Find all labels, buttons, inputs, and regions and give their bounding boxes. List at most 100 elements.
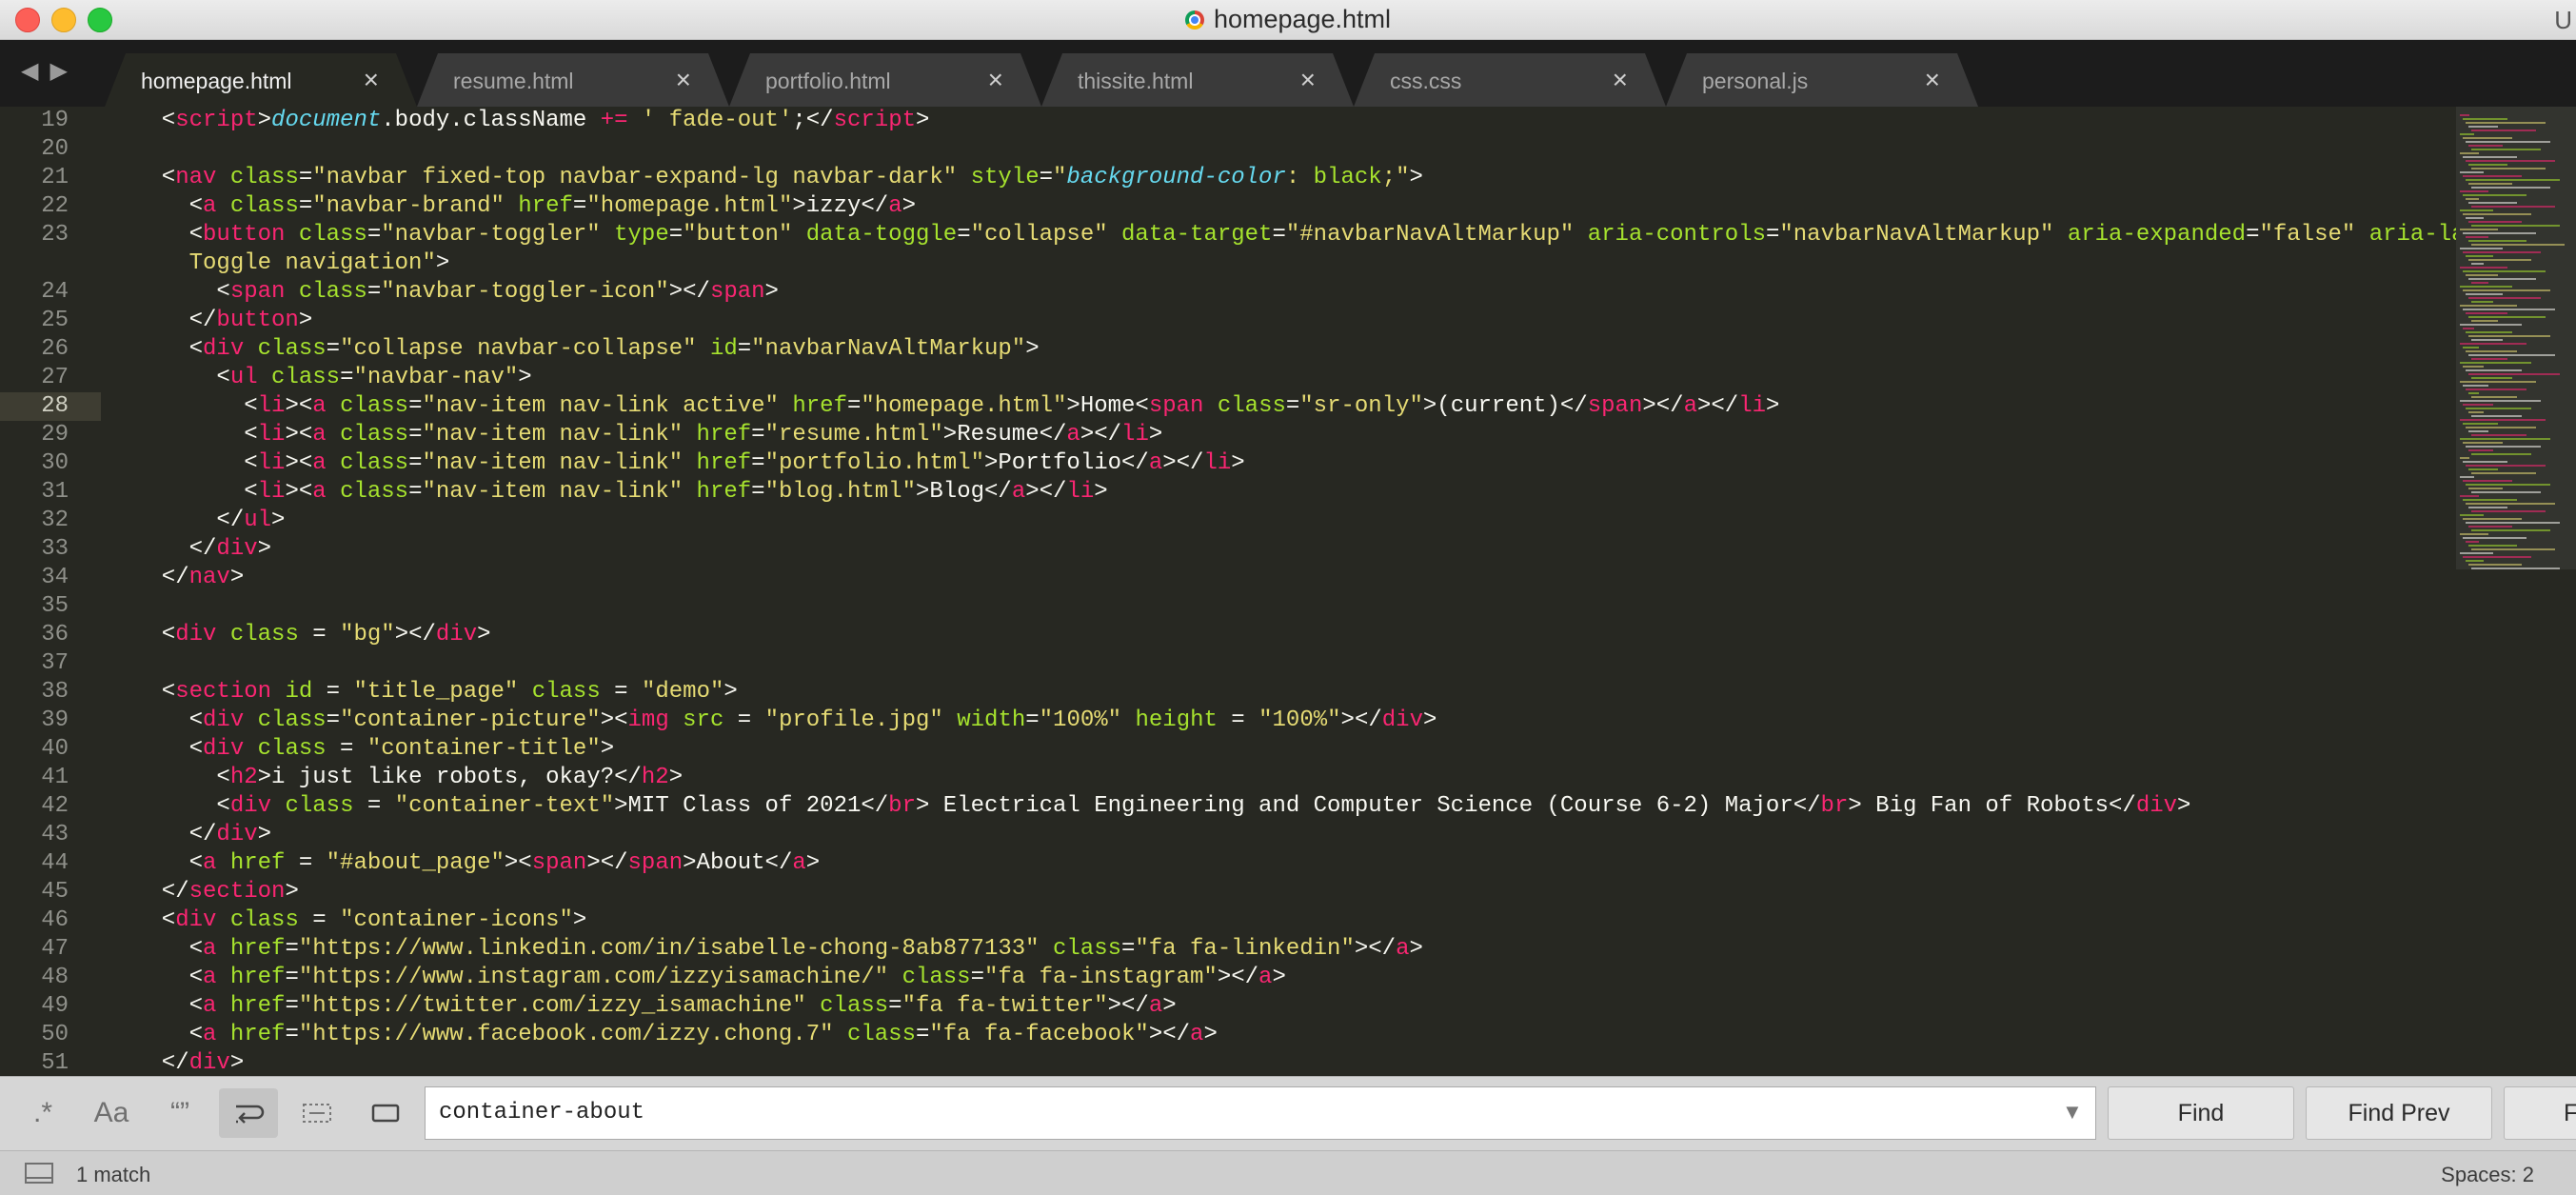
code-line[interactable]: 30 <li><a class="nav-item nav-link" href… bbox=[0, 449, 2456, 478]
tab-homepage-html[interactable]: homepage.html × bbox=[105, 53, 417, 107]
tab-close-icon[interactable]: × bbox=[1300, 65, 1316, 95]
line-number: 32 bbox=[41, 508, 69, 533]
tab-thissite-html[interactable]: thissite.html × bbox=[1041, 53, 1354, 107]
code-token: >Blog</ bbox=[916, 479, 1012, 505]
code-line[interactable]: 44 <a href = "#about_page"><span></span>… bbox=[0, 849, 2456, 878]
code-token: >< bbox=[600, 707, 628, 733]
code-token: </ bbox=[134, 822, 217, 847]
in-selection-toggle[interactable] bbox=[287, 1088, 347, 1138]
code-token: div bbox=[216, 822, 258, 847]
code-token: >About</ bbox=[683, 850, 793, 876]
line-number: 50 bbox=[41, 1022, 69, 1047]
find-prev-button[interactable]: Find Prev bbox=[2306, 1086, 2492, 1140]
code-line[interactable]: 19 <script>document.body.className += ' … bbox=[0, 107, 2456, 135]
indentation-setting[interactable]: Spaces: 2 bbox=[2441, 1163, 2534, 1187]
minimap-line bbox=[2468, 202, 2517, 204]
code-token: div bbox=[203, 736, 245, 762]
code-line[interactable]: 31 <li><a class="nav-item nav-link" href… bbox=[0, 478, 2456, 507]
code-line[interactable]: 25 </button> bbox=[0, 307, 2456, 335]
code-token: ul bbox=[229, 365, 258, 390]
minimap-line bbox=[2460, 552, 2493, 554]
code-line[interactable]: 47 <a href="https://www.linkedin.com/in/… bbox=[0, 935, 2456, 964]
code-line[interactable]: 43 </div> bbox=[0, 821, 2456, 849]
minimap-line bbox=[2466, 293, 2503, 295]
tab-close-icon[interactable]: × bbox=[1925, 65, 1940, 95]
code-line[interactable]: 40 <div class = "container-title"> bbox=[0, 735, 2456, 764]
tab-close-icon[interactable]: × bbox=[364, 65, 379, 95]
code-line[interactable]: 26 <div class="collapse navbar-collapse"… bbox=[0, 335, 2456, 364]
code-line[interactable]: 41 <h2>i just like robots, okay?</h2> bbox=[0, 764, 2456, 792]
whole-word-toggle[interactable]: “” bbox=[150, 1088, 209, 1138]
case-sensitive-toggle[interactable]: Aa bbox=[82, 1088, 141, 1138]
code-line[interactable]: 21 <nav class="navbar fixed-top navbar-e… bbox=[0, 164, 2456, 192]
code-line[interactable]: 32 </ul> bbox=[0, 507, 2456, 535]
code-line[interactable]: 33 </div> bbox=[0, 535, 2456, 564]
code-line[interactable]: 38 <section id = "title_page" class = "d… bbox=[0, 678, 2456, 707]
tab-close-icon[interactable]: × bbox=[1613, 65, 1628, 95]
minimap-line bbox=[2466, 274, 2498, 276]
code-token: href bbox=[229, 965, 286, 990]
minimap-line bbox=[2471, 568, 2560, 569]
code-line[interactable]: 28 <li><a class="nav-item nav-link activ… bbox=[0, 392, 2456, 421]
code-line[interactable]: 29 <li><a class="nav-item nav-link" href… bbox=[0, 421, 2456, 449]
code-token: "100%" bbox=[1039, 707, 1122, 733]
code-line[interactable]: 27 <ul class="navbar-nav"> bbox=[0, 364, 2456, 392]
minimap-line bbox=[2463, 499, 2517, 501]
line-number: 47 bbox=[41, 936, 69, 962]
code-token: = bbox=[312, 679, 354, 705]
tab-forward-icon[interactable]: ▶ bbox=[50, 58, 78, 84]
tab-resume-html[interactable]: resume.html × bbox=[417, 53, 729, 107]
minimap-line bbox=[2471, 358, 2507, 360]
tab-back-icon[interactable]: ◀ bbox=[21, 58, 50, 84]
minimap-line bbox=[2466, 522, 2560, 524]
tab-css-css[interactable]: css.css × bbox=[1354, 53, 1666, 107]
code-line[interactable]: 22 <a class="navbar-brand" href="homepag… bbox=[0, 192, 2456, 221]
code-line[interactable]: 51 </div> bbox=[0, 1049, 2456, 1076]
code-line[interactable]: 20 bbox=[0, 135, 2456, 164]
tab-close-icon[interactable]: × bbox=[988, 65, 1003, 95]
code-text: <div class = "container-text">MIT Class … bbox=[134, 792, 2190, 821]
code-line[interactable]: 39 <div class="container-picture"><img s… bbox=[0, 707, 2456, 735]
find-history-dropdown-icon[interactable]: ▼ bbox=[2062, 1100, 2083, 1125]
code-token: href bbox=[792, 393, 847, 419]
code-line[interactable]: 36 <div class = "bg"></div> bbox=[0, 621, 2456, 649]
code-line[interactable]: 23 <button class="navbar-toggler" type="… bbox=[0, 221, 2456, 249]
code-token: < bbox=[134, 222, 204, 248]
code-token: = bbox=[970, 965, 984, 990]
code-line[interactable]: 45 </section> bbox=[0, 878, 2456, 906]
tab-close-icon[interactable]: × bbox=[676, 65, 691, 95]
code-token: < bbox=[134, 850, 204, 876]
code-line[interactable]: 24 <span class="navbar-toggler-icon"></s… bbox=[0, 278, 2456, 307]
tab-nav-arrows[interactable]: ◀▶ bbox=[21, 57, 79, 85]
code-token: = bbox=[408, 450, 423, 476]
code-line[interactable]: 35 bbox=[0, 592, 2456, 621]
code-line[interactable]: 46 <div class = "container-icons"> bbox=[0, 906, 2456, 935]
code-token: > bbox=[1094, 479, 1108, 505]
code-line[interactable]: 34 </nav> bbox=[0, 564, 2456, 592]
code-line[interactable]: 50 <a href="https://www.facebook.com/izz… bbox=[0, 1021, 2456, 1049]
code-line[interactable]: Toggle navigation"> bbox=[0, 249, 2456, 278]
find-input[interactable]: container-about bbox=[425, 1086, 2096, 1140]
wrap-toggle[interactable] bbox=[219, 1088, 278, 1138]
code-line[interactable]: 37 bbox=[0, 649, 2456, 678]
highlight-matches-toggle[interactable] bbox=[356, 1088, 415, 1138]
code-token: "https://www.facebook.com/izzy.chong.7" bbox=[298, 1022, 834, 1047]
tab-personal-js[interactable]: personal.js × bbox=[1666, 53, 1978, 107]
code-line[interactable]: 42 <div class = "container-text">MIT Cla… bbox=[0, 792, 2456, 821]
code-text: <nav class="navbar fixed-top navbar-expa… bbox=[134, 164, 1423, 192]
code-editor[interactable]: 19 <script>document.body.className += ' … bbox=[0, 107, 2456, 1076]
code-text: </ul> bbox=[134, 507, 285, 535]
tab-portfolio-html[interactable]: portfolio.html × bbox=[729, 53, 1041, 107]
regex-toggle[interactable]: .* bbox=[13, 1088, 72, 1138]
find-all-button[interactable]: Fi bbox=[2504, 1086, 2576, 1140]
minimap-line bbox=[2466, 217, 2484, 219]
panel-toggle-icon[interactable] bbox=[25, 1163, 53, 1184]
find-button[interactable]: Find bbox=[2108, 1086, 2294, 1140]
code-line[interactable]: 49 <a href="https://twitter.com/izzy_isa… bbox=[0, 992, 2456, 1021]
code-line[interactable]: 48 <a href="https://www.instagram.com/iz… bbox=[0, 964, 2456, 992]
minimap[interactable] bbox=[2456, 107, 2576, 1076]
code-token: = bbox=[298, 907, 341, 933]
